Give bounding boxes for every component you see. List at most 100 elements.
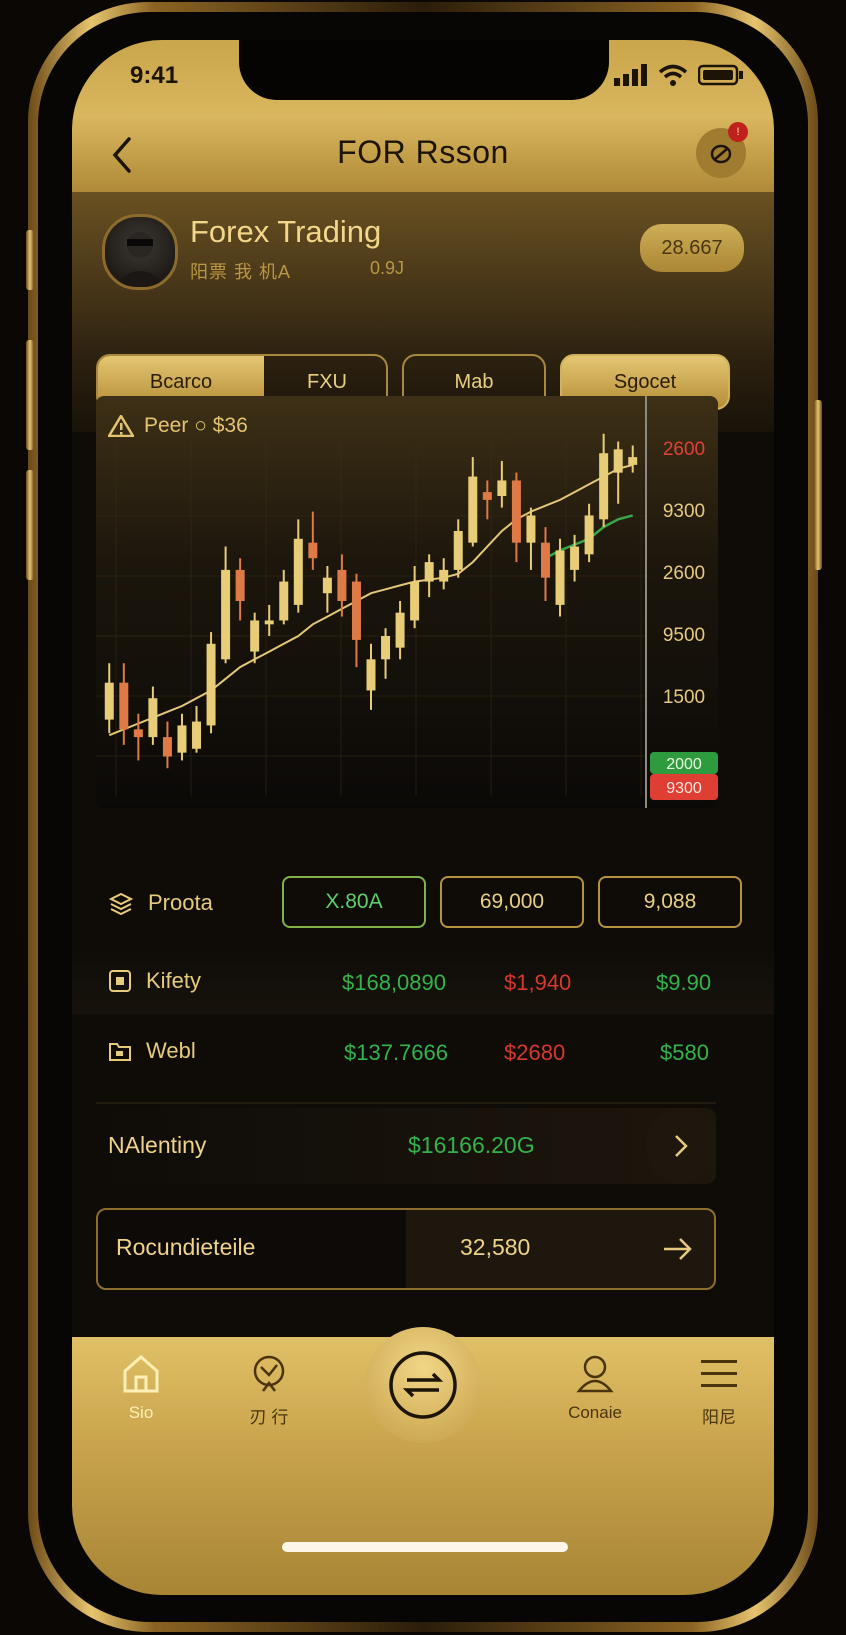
row-label-text: Kifety <box>146 968 202 993</box>
webl-row[interactable]: Webl $137.7666 $2680 $580 <box>72 1020 774 1084</box>
candle-body <box>424 562 434 582</box>
warning-icon <box>108 415 134 437</box>
candle-body <box>250 620 260 652</box>
summary-next-button[interactable] <box>646 1108 716 1184</box>
candle-body <box>235 569 245 601</box>
option-button-2[interactable]: 69,000 <box>440 876 584 928</box>
row-value-change: $2680 <box>504 1040 566 1065</box>
kifety-row[interactable]: Kifety $168,0890 $1,940 $9.90 <box>72 950 774 1014</box>
profile-subtitle-value: 0.9J <box>370 258 405 278</box>
y-axis-tick-label: 2600 <box>663 563 705 584</box>
candle-body <box>162 737 172 757</box>
chevron-right-icon <box>675 1135 688 1157</box>
row-value-total: $137.7666 <box>344 1040 448 1065</box>
app-screen: FOR Rsson ! 9:41 Forex Trading 阳票 我 机A 0… <box>72 40 774 1595</box>
candle-body <box>555 550 565 605</box>
status-time: 9:41 <box>130 62 179 89</box>
y-axis-tick-label: 9500 <box>663 625 705 646</box>
option-button-1[interactable]: X.80A <box>282 876 426 928</box>
volume-up-button <box>26 340 34 450</box>
avatar[interactable] <box>102 214 178 290</box>
nav-label: Conaie <box>568 1403 622 1422</box>
home-indicator[interactable] <box>282 1542 568 1552</box>
nav-home[interactable]: Sio <box>86 1351 196 1423</box>
action-label: Rocundieteile <box>116 1234 256 1260</box>
divider <box>96 1102 716 1104</box>
chart-canvas: 2600 9300 2600 9500 1500 2000 9300 <box>96 396 718 808</box>
menu-icon <box>701 1360 737 1387</box>
notch <box>239 40 609 100</box>
candle-body <box>497 480 507 496</box>
candle-body <box>133 729 143 738</box>
candlestick-chart[interactable]: 2600 9300 2600 9500 1500 2000 9300 Peer ○ $36 <box>96 396 718 808</box>
power-button <box>814 400 822 570</box>
candle-body <box>410 581 420 621</box>
tab-label: Mab <box>454 370 494 393</box>
candle-body <box>351 581 361 640</box>
row-label: Proota <box>108 890 213 916</box>
nav-menu[interactable]: 阳尼 <box>664 1351 774 1428</box>
notification-button[interactable]: ! <box>696 122 748 178</box>
candle-body <box>293 538 303 605</box>
row-label-text: Webl <box>146 1038 196 1063</box>
bell-icon <box>710 144 732 164</box>
signal-icon <box>614 64 647 86</box>
row-label: Webl <box>108 1038 196 1064</box>
candle-body <box>148 698 158 738</box>
gift-icon <box>253 1355 285 1392</box>
nav-contacts[interactable]: Conaie <box>540 1351 650 1423</box>
candle-body <box>206 643 216 726</box>
candle-body <box>628 457 638 465</box>
candle-body <box>540 542 550 578</box>
option-button-3[interactable]: 9,088 <box>598 876 742 928</box>
price-tag-red-label: 9300 <box>666 780 702 797</box>
candle-body <box>337 569 347 601</box>
candle-body <box>119 682 129 730</box>
summary-row[interactable]: NAlentiny $16166.20G <box>96 1108 716 1184</box>
y-axis-tick-label: 9300 <box>663 501 705 522</box>
notification-badge-icon: ! <box>728 122 748 142</box>
action-arrow-button[interactable] <box>662 1236 694 1267</box>
candle-body <box>322 577 332 594</box>
candle-body <box>221 569 231 660</box>
candle-body <box>468 476 478 543</box>
candle-body <box>177 725 187 753</box>
trade-center-button[interactable] <box>365 1327 481 1443</box>
summary-value: $16166.20G <box>408 1132 535 1158</box>
candle-body <box>526 515 536 543</box>
candle-body <box>395 612 405 648</box>
row-value-fee: $580 <box>660 1040 709 1065</box>
tab-label[interactable]: FXU <box>264 371 386 394</box>
price-tag-green-label: 2000 <box>666 756 702 773</box>
row-value-total: $168,0890 <box>342 970 446 995</box>
page-title: FOR Rsson <box>337 134 509 170</box>
square-icon <box>109 970 131 992</box>
candle-body <box>613 449 623 473</box>
battery-icon <box>698 64 743 86</box>
candle-body <box>584 515 594 555</box>
y-axis-tick-label: 2600 <box>663 439 705 460</box>
candle-body <box>279 581 289 621</box>
row-label: Kifety <box>108 968 201 994</box>
folder-icon <box>109 1043 131 1061</box>
candle-body <box>381 636 391 660</box>
candle-body <box>104 682 114 720</box>
volume-down-button <box>26 470 34 580</box>
chart-title: Peer ○ $36 <box>144 414 248 437</box>
user-icon <box>576 1355 614 1393</box>
home-icon <box>123 1355 159 1393</box>
summary-label: NAlentiny <box>108 1132 207 1158</box>
nav-rewards[interactable]: 刃 行 <box>214 1351 324 1428</box>
nav-label: 阳尼 <box>702 1408 736 1427</box>
action-value: 32,580 <box>460 1234 531 1260</box>
candle-body <box>570 546 580 570</box>
action-row[interactable]: Rocundieteile 32,580 <box>96 1208 716 1290</box>
candle-body <box>192 721 202 749</box>
stack-icon <box>108 892 134 915</box>
candle-body <box>482 492 492 500</box>
trade-icon <box>389 1351 457 1419</box>
user-avatar-icon <box>113 232 167 287</box>
row-label-text: Proota <box>148 890 213 915</box>
nav-label: 刃 行 <box>249 1408 289 1427</box>
balance-badge[interactable]: 28.667 <box>640 224 744 272</box>
